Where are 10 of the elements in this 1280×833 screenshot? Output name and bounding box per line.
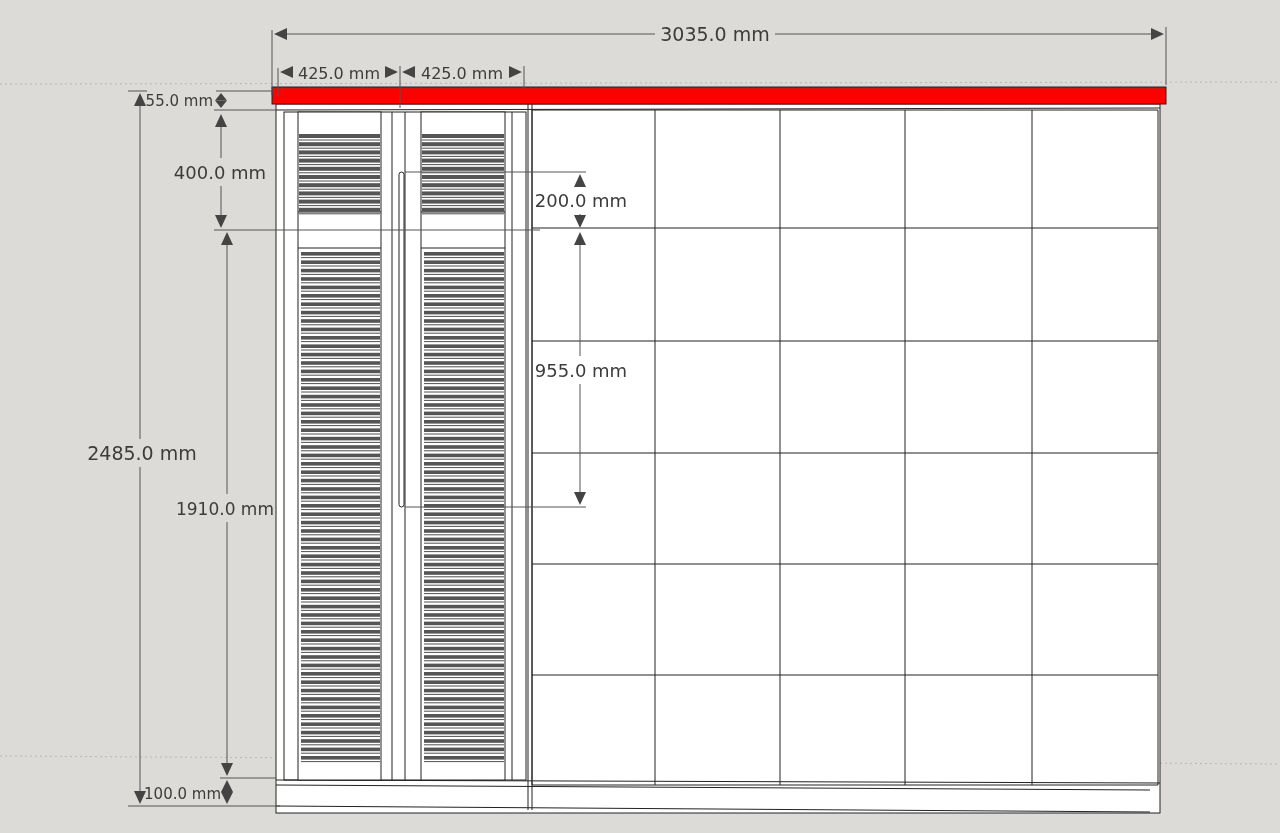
dimension-label: 400.0 mm: [173, 162, 267, 183]
dimension-label: 955.0 mm: [534, 360, 628, 381]
dimension-label: 100.0 mm: [144, 785, 221, 803]
dimension-label: 1910.0 mm: [176, 499, 274, 519]
dimension-label: 200.0 mm: [534, 190, 628, 211]
dimension-label: 2485.0 mm: [87, 442, 197, 464]
dimension-label: 425.0 mm: [297, 64, 381, 83]
dimension-label: 55.0 mm: [145, 92, 213, 110]
dimension-label: 3035.0 mm: [660, 23, 770, 45]
dimension-label: 425.0 mm: [420, 64, 504, 83]
